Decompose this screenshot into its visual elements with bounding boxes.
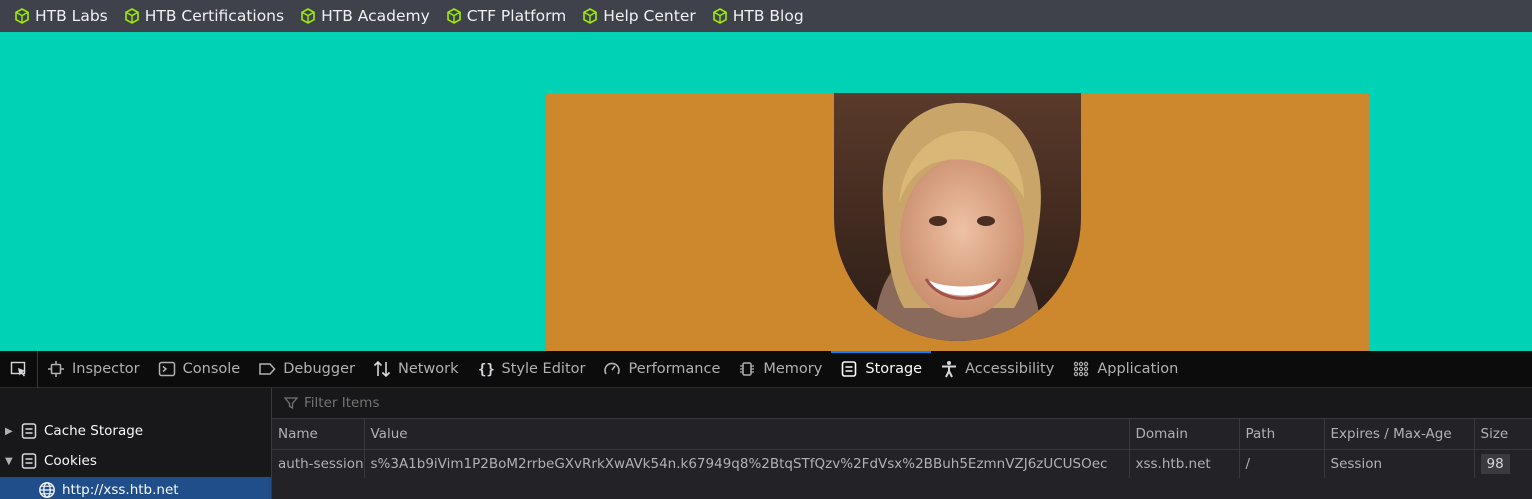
column-header-expires[interactable]: Expires / Max-Age <box>1324 419 1475 450</box>
bookmark-label: HTB Certifications <box>144 7 285 25</box>
bookmark-label: HTB Academy <box>321 7 430 25</box>
application-grid-icon <box>1074 361 1089 377</box>
tab-label: Accessibility <box>965 361 1055 377</box>
tree-item-label: http://xss.htb.net <box>62 482 179 498</box>
tab-style-editor[interactable]: {} Style Editor <box>468 351 595 388</box>
bookmark-htb-labs[interactable]: HTB Labs <box>14 7 108 25</box>
column-header-size[interactable]: Size <box>1474 419 1532 450</box>
tab-memory[interactable]: Memory <box>729 351 831 388</box>
hackthebox-cube-icon <box>124 8 139 24</box>
tab-label: Application <box>1097 361 1179 377</box>
cookie-value-cell[interactable]: s%3A1b9iVim1P2BoM2rrbeGXvRrkXwAVk54n.k67… <box>364 449 1130 478</box>
bookmark-ctf-platform[interactable]: CTF Platform <box>446 7 567 25</box>
tab-label: Inspector <box>72 361 140 377</box>
bookmark-label: CTF Platform <box>466 7 567 25</box>
tree-item-cookies[interactable]: ▼ Cookies <box>0 446 271 476</box>
inspector-icon <box>48 361 64 377</box>
filter-bar <box>272 388 1532 419</box>
console-icon <box>158 361 175 377</box>
profile-card <box>546 93 1370 351</box>
bookmark-htb-academy[interactable]: HTB Academy <box>300 7 430 25</box>
bookmark-htb-blog[interactable]: HTB Blog <box>712 7 804 25</box>
accessibility-icon <box>942 361 957 378</box>
tab-accessibility[interactable]: Accessibility <box>931 351 1063 388</box>
debugger-icon <box>259 363 276 375</box>
tab-label: Performance <box>628 361 721 377</box>
braces-icon: {} <box>478 362 495 378</box>
profile-photo <box>834 93 1081 341</box>
tab-application[interactable]: Application <box>1063 351 1187 388</box>
expand-arrow-icon[interactable]: ▶ <box>5 426 15 437</box>
bookmark-htb-certifications[interactable]: HTB Certifications <box>124 7 284 25</box>
element-picker-button[interactable] <box>0 350 38 388</box>
hackthebox-cube-icon <box>446 8 461 24</box>
column-header-name[interactable]: Name <box>272 419 365 450</box>
table-row[interactable]: auth-session s%3A1b9iVim1P2BoM2rrbeGXvRr… <box>272 449 1532 478</box>
storage-icon <box>842 361 857 377</box>
tab-storage[interactable]: Storage <box>831 350 931 388</box>
svg-text:{}: {} <box>478 362 495 378</box>
bookmark-label: Help Center <box>603 7 696 25</box>
hackthebox-cube-icon <box>583 8 598 24</box>
filter-items-input[interactable] <box>302 394 706 412</box>
column-header-value[interactable]: Value <box>364 419 1130 450</box>
column-header-domain[interactable]: Domain <box>1129 419 1240 450</box>
storage-icon <box>21 423 37 439</box>
network-arrows-icon <box>373 360 391 378</box>
web-page-viewport <box>0 32 1532 351</box>
cookie-path-cell[interactable]: / <box>1239 449 1325 478</box>
tab-debugger[interactable]: Debugger <box>249 351 364 388</box>
tree-item-xss-htb-net[interactable]: http://xss.htb.net <box>0 477 271 499</box>
tab-console[interactable]: Console <box>149 351 250 388</box>
tab-label: Memory <box>763 361 823 377</box>
hackthebox-cube-icon <box>15 8 29 24</box>
globe-icon <box>39 482 55 498</box>
tab-label: Network <box>397 361 459 377</box>
storage-tree: ▶ Cache Storage ▼ Cookies http://xss.htb… <box>0 388 272 499</box>
bookmarks-toolbar: HTB Labs HTB Certifications HTB Academy … <box>0 0 1532 32</box>
tab-inspector[interactable]: Inspector <box>38 351 149 388</box>
cookie-name-cell[interactable]: auth-session <box>272 449 365 478</box>
filter-funnel-icon <box>284 397 298 410</box>
bookmark-label: HTB Blog <box>732 7 804 25</box>
hackthebox-cube-icon <box>712 8 727 24</box>
tree-item-label: Cookies <box>44 453 97 469</box>
storage-icon <box>21 453 37 469</box>
storage-panel: ▶ Cache Storage ▼ Cookies http://xss.htb… <box>0 388 1532 499</box>
cookie-expires-cell[interactable]: Session <box>1324 449 1475 478</box>
tab-label: Console <box>182 361 241 377</box>
table-header-row: Name Value Domain Path Expires / Max-Age… <box>272 419 1532 450</box>
cookie-domain-cell[interactable]: xss.htb.net <box>1129 449 1240 478</box>
cookie-size-cell[interactable]: 98 <box>1474 449 1532 478</box>
tab-label: Storage <box>865 361 923 377</box>
bookmark-label: HTB Labs <box>35 7 108 25</box>
element-picker-icon <box>10 361 26 377</box>
cookies-table: Name Value Domain Path Expires / Max-Age… <box>272 419 1532 478</box>
collapse-arrow-icon[interactable]: ▼ <box>5 456 15 467</box>
gauge-icon <box>604 362 621 375</box>
tab-network[interactable]: Network <box>364 351 468 388</box>
tab-label: Debugger <box>283 361 355 377</box>
bookmark-help-center[interactable]: Help Center <box>582 7 696 25</box>
tree-item-cache-storage[interactable]: ▶ Cache Storage <box>0 416 271 446</box>
hackthebox-cube-icon <box>301 8 315 24</box>
tab-label: Style Editor <box>501 361 586 377</box>
memory-chip-icon <box>740 362 755 376</box>
tab-performance[interactable]: Performance <box>594 351 729 388</box>
tree-item-label: Cache Storage <box>44 423 144 439</box>
cookie-size-value: 98 <box>1480 454 1510 474</box>
column-header-path[interactable]: Path <box>1239 419 1325 450</box>
devtools-toolbar: Inspector Console Debugger Network {} St… <box>0 350 1532 388</box>
